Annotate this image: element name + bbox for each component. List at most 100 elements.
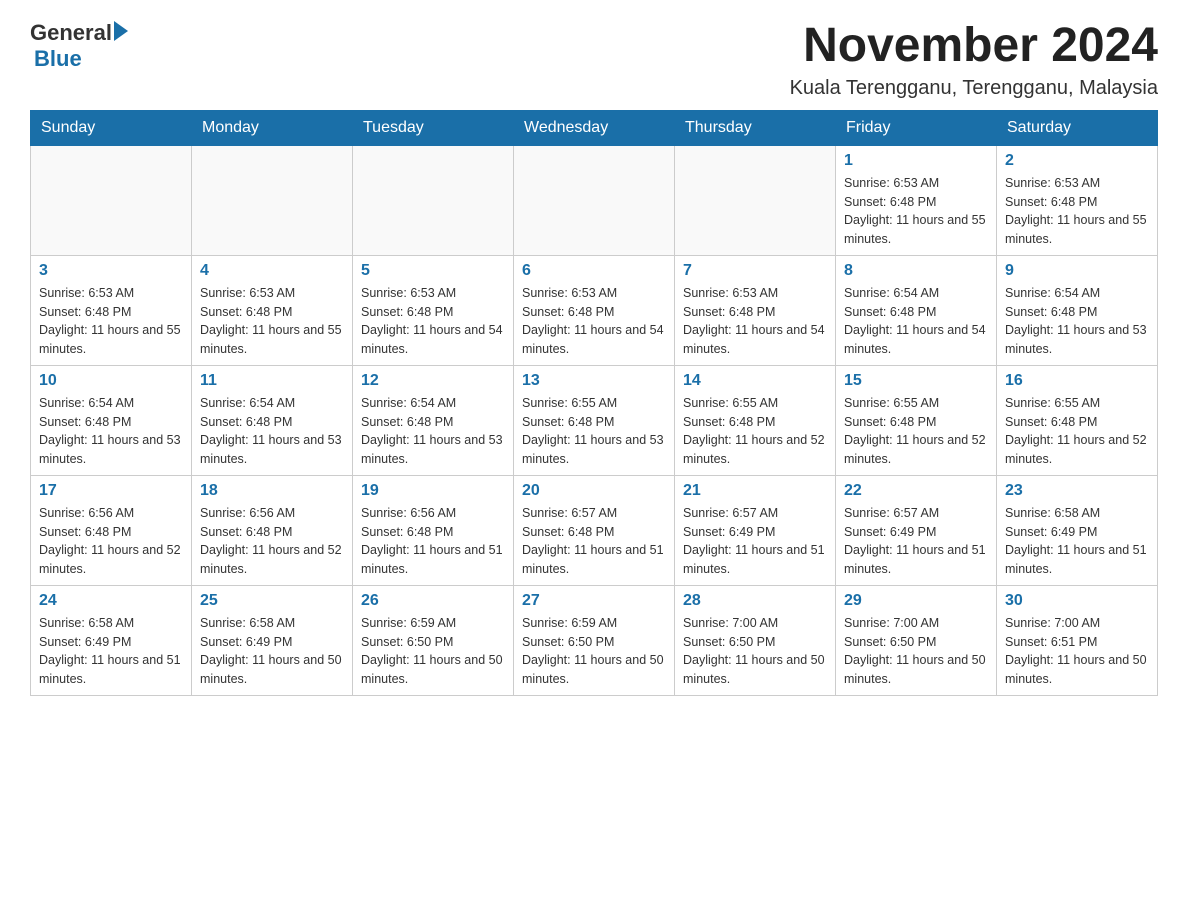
calendar-cell: 6Sunrise: 6:53 AMSunset: 6:48 PMDaylight…: [514, 255, 675, 365]
day-info: Sunrise: 6:54 AMSunset: 6:48 PMDaylight:…: [39, 394, 183, 469]
calendar-table: SundayMondayTuesdayWednesdayThursdayFrid…: [30, 110, 1158, 696]
day-info: Sunrise: 6:55 AMSunset: 6:48 PMDaylight:…: [1005, 394, 1149, 469]
day-info: Sunrise: 6:55 AMSunset: 6:48 PMDaylight:…: [683, 394, 827, 469]
calendar-cell: 29 Sunrise: 7:00 AMSunset: 6:50 PMDayligh…: [836, 585, 997, 695]
title-area: November 2024 Kuala Terengganu, Terengga…: [790, 20, 1158, 100]
day-info: Sunrise: 6:57 AMSunset: 6:48 PMDaylight:…: [522, 504, 666, 579]
calendar-cell: 14 Sunrise: 6:55 AMSunset: 6:48 PMDayligh…: [675, 365, 836, 475]
day-info: Sunrise: 6:53 AMSunset: 6:48 PMDaylight:…: [361, 284, 505, 359]
calendar-cell: 27 Sunrise: 6:59 AMSunset: 6:50 PMDayligh…: [514, 585, 675, 695]
day-number: 10: [39, 372, 183, 390]
logo-blue-text: Blue: [34, 46, 82, 72]
weekday-header-thursday: Thursday: [675, 110, 836, 145]
day-info: Sunrise: 7:00 AMSunset: 6:50 PMDaylight:…: [683, 614, 827, 689]
day-number: 23: [1005, 482, 1149, 500]
calendar-cell: 21 Sunrise: 6:57 AMSunset: 6:49 PMDayligh…: [675, 475, 836, 585]
day-number: 27: [522, 592, 666, 610]
calendar-cell: 1 Sunrise: 6:53 AMSunset: 6:48 PMDaylight…: [836, 145, 997, 255]
day-info: Sunrise: 6:56 AMSunset: 6:48 PMDaylight:…: [361, 504, 505, 579]
logo: General Blue: [30, 20, 128, 72]
day-number: 19: [361, 482, 505, 500]
day-number: 4: [200, 262, 344, 280]
day-number: 18: [200, 482, 344, 500]
day-info: Sunrise: 6:59 AMSunset: 6:50 PMDaylight:…: [361, 614, 505, 689]
calendar-cell: 25 Sunrise: 6:58 AMSunset: 6:49 PMDayligh…: [192, 585, 353, 695]
calendar-week-row: 17 Sunrise: 6:56 AMSunset: 6:48 PMDayligh…: [31, 475, 1158, 585]
day-info: Sunrise: 6:58 AMSunset: 6:49 PMDaylight:…: [39, 614, 183, 689]
day-number: 13: [522, 372, 666, 390]
day-info: Sunrise: 6:53 AMSunset: 6:48 PMDaylight:…: [683, 284, 827, 359]
day-info: Sunrise: 6:58 AMSunset: 6:49 PMDaylight:…: [1005, 504, 1149, 579]
day-number: 2: [1005, 152, 1149, 170]
weekday-header-sunday: Sunday: [31, 110, 192, 145]
calendar-cell: 3 Sunrise: 6:53 AMSunset: 6:48 PMDaylight…: [31, 255, 192, 365]
day-number: 15: [844, 372, 988, 390]
day-info: Sunrise: 6:54 AMSunset: 6:48 PMDaylight:…: [1005, 284, 1149, 359]
calendar-cell: 17Sunrise: 6:56 AMSunset: 6:48 PMDayligh…: [31, 475, 192, 585]
day-info: Sunrise: 6:58 AMSunset: 6:49 PMDaylight:…: [200, 614, 344, 689]
day-info: Sunrise: 6:55 AMSunset: 6:48 PMDaylight:…: [844, 394, 988, 469]
day-number: 30: [1005, 592, 1149, 610]
calendar-cell: 5 Sunrise: 6:53 AMSunset: 6:48 PMDaylight…: [353, 255, 514, 365]
calendar-cell: 26 Sunrise: 6:59 AMSunset: 6:50 PMDayligh…: [353, 585, 514, 695]
day-number: 11: [200, 372, 344, 390]
day-number: 7: [683, 262, 827, 280]
day-info: Sunrise: 6:53 AMSunset: 6:48 PMDaylight:…: [844, 174, 988, 249]
calendar-cell: 2Sunrise: 6:53 AMSunset: 6:48 PMDaylight…: [997, 145, 1158, 255]
day-info: Sunrise: 6:53 AMSunset: 6:48 PMDaylight:…: [39, 284, 183, 359]
calendar-cell: 8Sunrise: 6:54 AMSunset: 6:48 PMDaylight…: [836, 255, 997, 365]
day-info: Sunrise: 7:00 AMSunset: 6:51 PMDaylight:…: [1005, 614, 1149, 689]
day-info: Sunrise: 6:56 AMSunset: 6:48 PMDaylight:…: [200, 504, 344, 579]
weekday-header-monday: Monday: [192, 110, 353, 145]
day-info: Sunrise: 6:53 AMSunset: 6:48 PMDaylight:…: [200, 284, 344, 359]
weekday-header-friday: Friday: [836, 110, 997, 145]
calendar-header-row: SundayMondayTuesdayWednesdayThursdayFrid…: [31, 110, 1158, 145]
calendar-cell: 18 Sunrise: 6:56 AMSunset: 6:48 PMDayligh…: [192, 475, 353, 585]
day-info: Sunrise: 6:55 AMSunset: 6:48 PMDaylight:…: [522, 394, 666, 469]
day-number: 28: [683, 592, 827, 610]
calendar-cell: 30 Sunrise: 7:00 AMSunset: 6:51 PMDayligh…: [997, 585, 1158, 695]
logo-general-text: General: [30, 20, 112, 46]
calendar-cell: 16Sunrise: 6:55 AMSunset: 6:48 PMDayligh…: [997, 365, 1158, 475]
day-number: 1: [844, 152, 988, 170]
day-number: 5: [361, 262, 505, 280]
calendar-cell: 19 Sunrise: 6:56 AMSunset: 6:48 PMDayligh…: [353, 475, 514, 585]
calendar-cell: 4 Sunrise: 6:53 AMSunset: 6:48 PMDaylight…: [192, 255, 353, 365]
calendar-cell: [353, 145, 514, 255]
calendar-cell: 13 Sunrise: 6:55 AMSunset: 6:48 PMDayligh…: [514, 365, 675, 475]
day-number: 6: [522, 262, 666, 280]
day-number: 17: [39, 482, 183, 500]
day-number: 29: [844, 592, 988, 610]
calendar-cell: 22 Sunrise: 6:57 AMSunset: 6:49 PMDayligh…: [836, 475, 997, 585]
page-title: November 2024: [790, 20, 1158, 73]
calendar-cell: 12Sunrise: 6:54 AMSunset: 6:48 PMDayligh…: [353, 365, 514, 475]
day-number: 26: [361, 592, 505, 610]
calendar-cell: 23 Sunrise: 6:58 AMSunset: 6:49 PMDayligh…: [997, 475, 1158, 585]
calendar-week-row: 3 Sunrise: 6:53 AMSunset: 6:48 PMDaylight…: [31, 255, 1158, 365]
calendar-cell: [514, 145, 675, 255]
page-subtitle: Kuala Terengganu, Terengganu, Malaysia: [790, 77, 1158, 100]
day-number: 3: [39, 262, 183, 280]
day-info: Sunrise: 6:57 AMSunset: 6:49 PMDaylight:…: [844, 504, 988, 579]
weekday-header-tuesday: Tuesday: [353, 110, 514, 145]
calendar-week-row: 10 Sunrise: 6:54 AMSunset: 6:48 PMDayligh…: [31, 365, 1158, 475]
day-info: Sunrise: 6:54 AMSunset: 6:48 PMDaylight:…: [844, 284, 988, 359]
day-number: 14: [683, 372, 827, 390]
calendar-week-row: 24 Sunrise: 6:58 AMSunset: 6:49 PMDayligh…: [31, 585, 1158, 695]
day-number: 22: [844, 482, 988, 500]
day-info: Sunrise: 6:59 AMSunset: 6:50 PMDaylight:…: [522, 614, 666, 689]
day-info: Sunrise: 6:54 AMSunset: 6:48 PMDaylight:…: [361, 394, 505, 469]
day-info: Sunrise: 6:54 AMSunset: 6:48 PMDaylight:…: [200, 394, 344, 469]
day-info: Sunrise: 6:57 AMSunset: 6:49 PMDaylight:…: [683, 504, 827, 579]
calendar-cell: 7 Sunrise: 6:53 AMSunset: 6:48 PMDaylight…: [675, 255, 836, 365]
calendar-cell: 9 Sunrise: 6:54 AMSunset: 6:48 PMDaylight…: [997, 255, 1158, 365]
day-info: Sunrise: 7:00 AMSunset: 6:50 PMDaylight:…: [844, 614, 988, 689]
calendar-cell: 24 Sunrise: 6:58 AMSunset: 6:49 PMDayligh…: [31, 585, 192, 695]
calendar-cell: 11 Sunrise: 6:54 AMSunset: 6:48 PMDayligh…: [192, 365, 353, 475]
calendar-cell: 20Sunrise: 6:57 AMSunset: 6:48 PMDayligh…: [514, 475, 675, 585]
day-number: 9: [1005, 262, 1149, 280]
calendar-week-row: 1 Sunrise: 6:53 AMSunset: 6:48 PMDaylight…: [31, 145, 1158, 255]
day-number: 21: [683, 482, 827, 500]
day-number: 25: [200, 592, 344, 610]
day-number: 24: [39, 592, 183, 610]
